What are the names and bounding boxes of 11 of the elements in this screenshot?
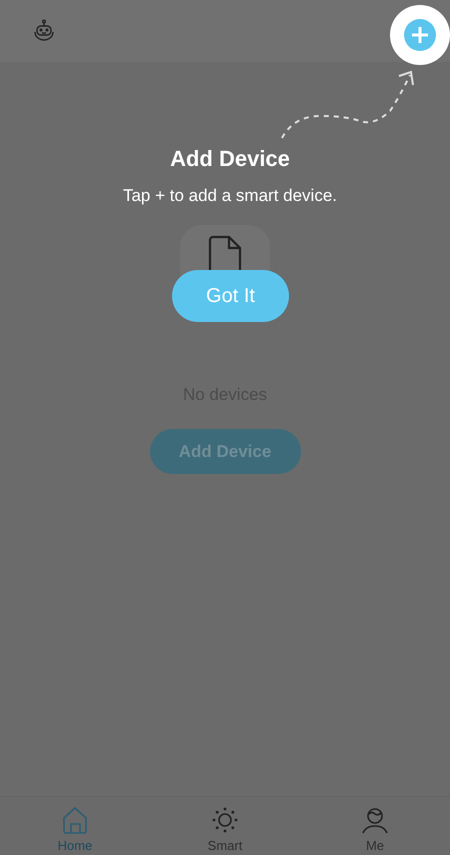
sun-icon (211, 806, 239, 834)
tab[interactable]: Home (0, 797, 150, 855)
person-icon (361, 806, 389, 834)
plus-icon (404, 19, 436, 51)
robot-icon[interactable] (32, 19, 56, 43)
coach-text: Tap + to add a smart device. (122, 186, 338, 206)
got-it-button[interactable]: Got It (172, 270, 289, 322)
coach-title: Add Device (170, 146, 290, 172)
tab[interactable]: Smart (150, 797, 300, 855)
tab[interactable]: Me (300, 797, 450, 855)
home-icon (62, 806, 88, 834)
